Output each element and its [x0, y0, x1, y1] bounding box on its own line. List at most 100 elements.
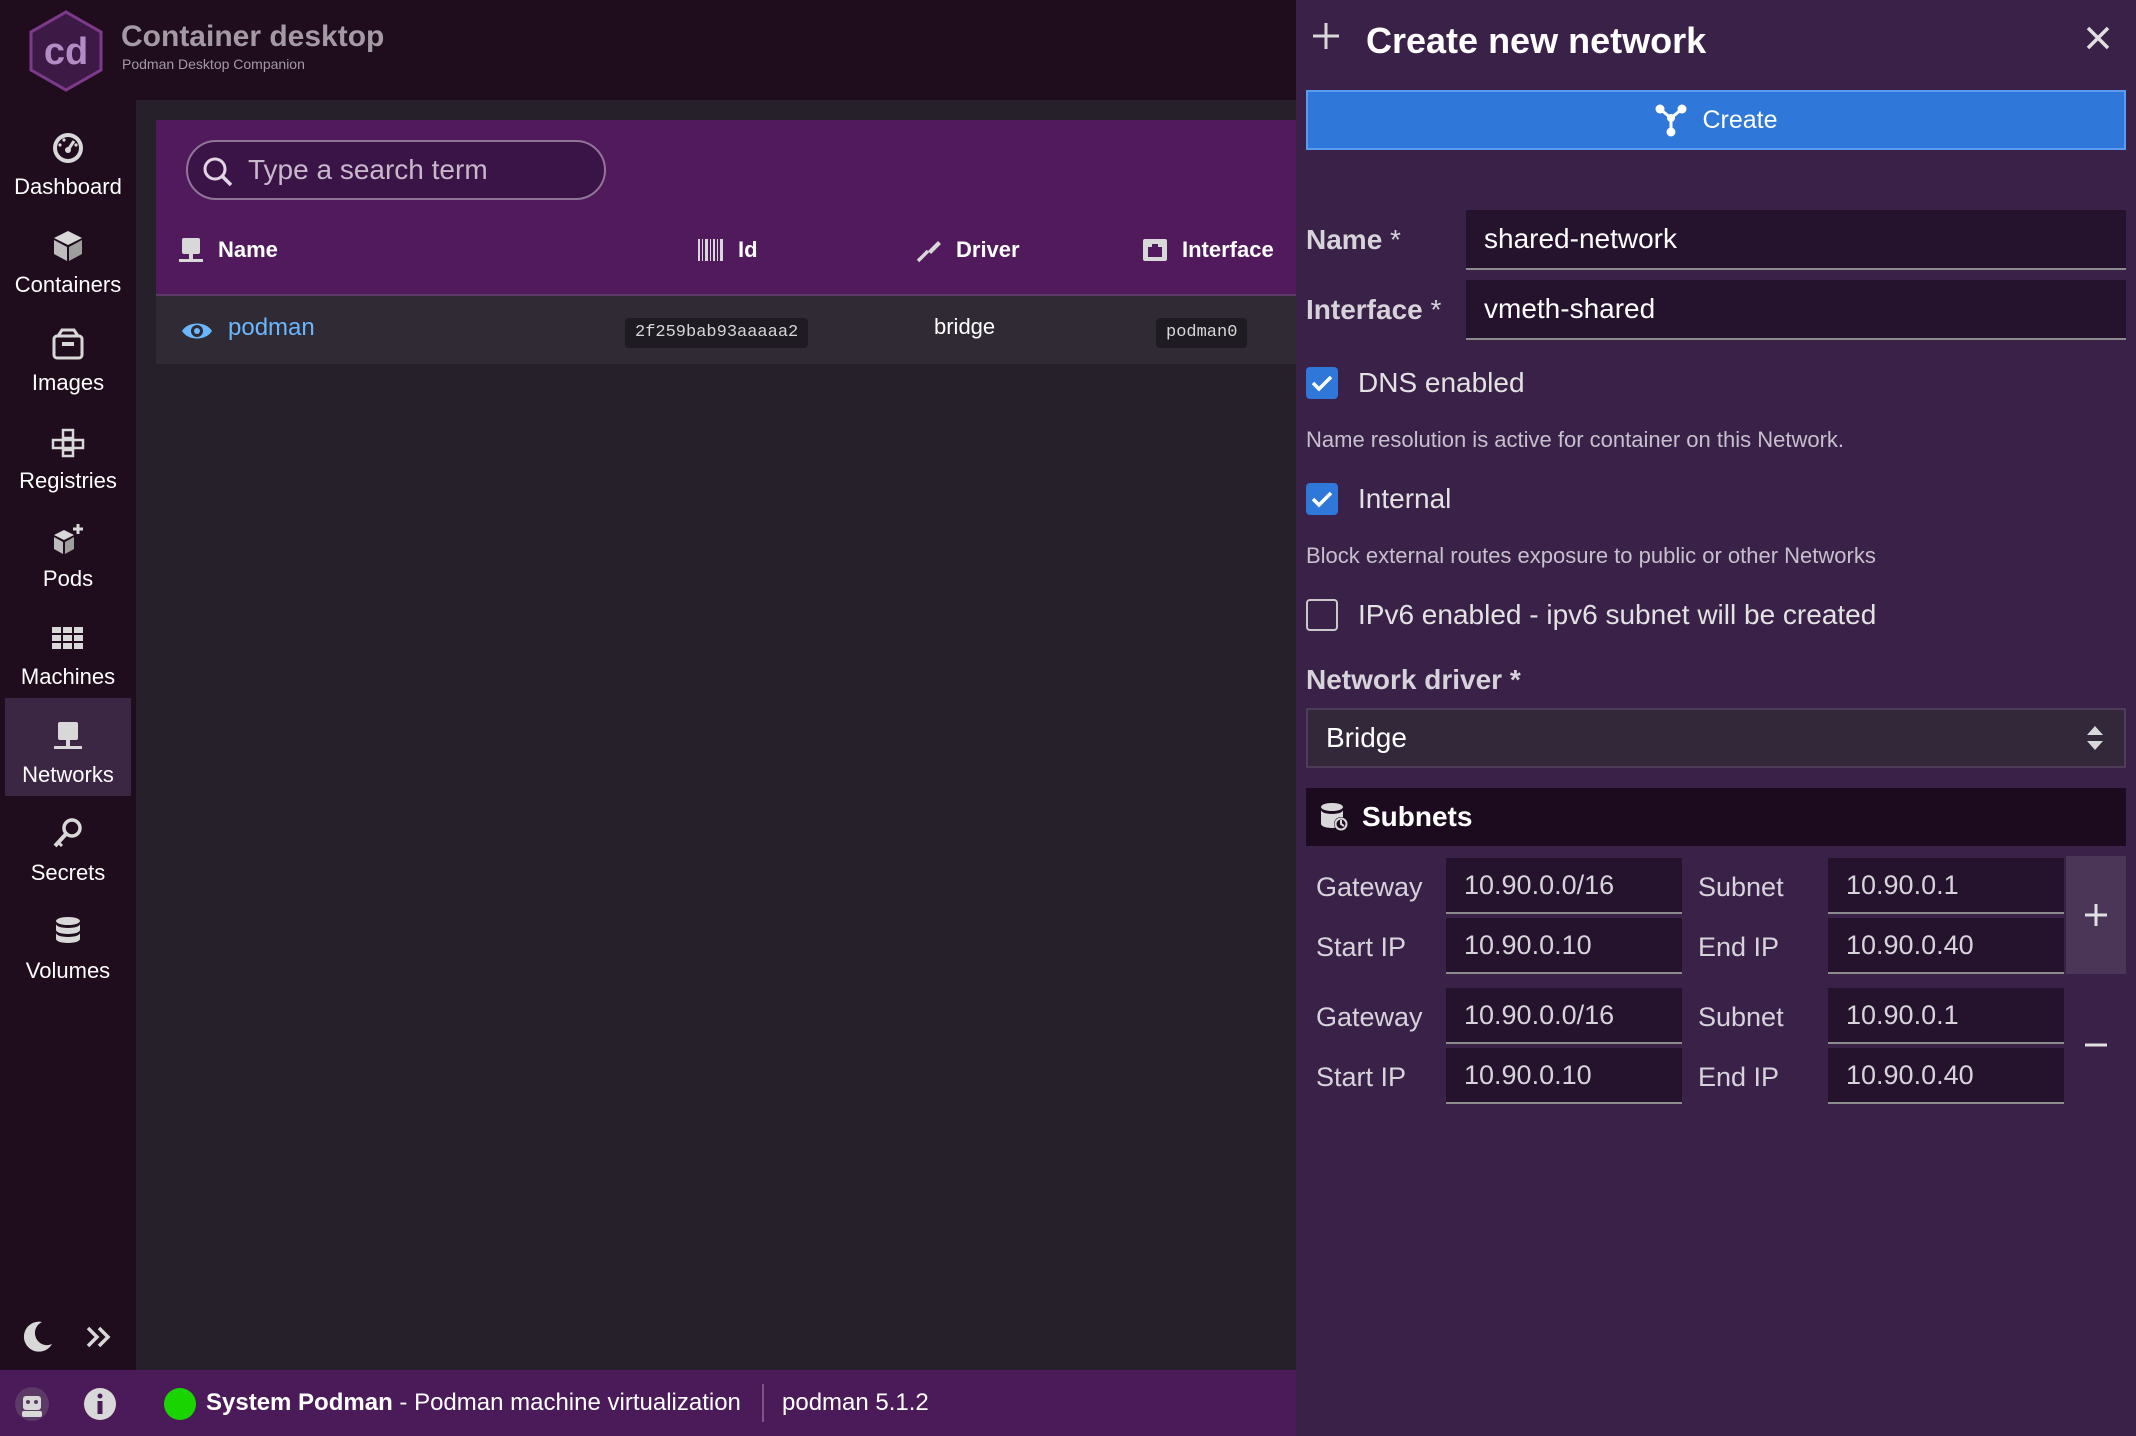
- dns-enabled-label: DNS enabled: [1358, 367, 1525, 398]
- moon-icon[interactable]: [18, 1318, 56, 1356]
- gateway-label: Gateway: [1316, 1002, 1423, 1032]
- plus-icon: [2085, 904, 2107, 926]
- sidebar-item-networks[interactable]: Networks: [5, 698, 131, 796]
- select-arrows-icon: [2087, 726, 2103, 750]
- dns-help-text: Name resolution is active for container …: [1306, 427, 1845, 452]
- plus-icon: [1313, 23, 1339, 49]
- sidebar-item-pods[interactable]: Pods: [5, 502, 131, 600]
- network-driver-select[interactable]: Bridge: [1306, 708, 2126, 768]
- search-icon: [203, 157, 233, 187]
- checkmark-icon: [1311, 375, 1333, 392]
- close-icon[interactable]: [2082, 22, 2114, 54]
- database-icon: [56, 917, 80, 943]
- status-bar: System Podman - Podman machine virtualiz…: [0, 1370, 1296, 1436]
- network-name-link[interactable]: podman: [228, 314, 315, 342]
- column-header-label: Interface: [1182, 237, 1274, 262]
- create-button-label: Create: [1702, 105, 1778, 134]
- sidebar-item-volumes[interactable]: Volumes: [5, 894, 131, 992]
- eye-icon[interactable]: [180, 316, 214, 346]
- create-button[interactable]: Create: [1306, 90, 2126, 150]
- create-network-panel: Create new network Create Name * Interfa…: [1296, 0, 2136, 1436]
- gateway-input[interactable]: [1446, 858, 1682, 914]
- start-ip-input[interactable]: [1446, 918, 1682, 974]
- subnet-label: Subnet: [1698, 872, 1784, 902]
- end-ip-input[interactable]: [1828, 918, 2064, 974]
- sidebar-item-label: Containers: [14, 272, 122, 297]
- dashboard-icon: [53, 133, 83, 163]
- sidebar-item-dashboard[interactable]: Dashboard: [5, 110, 131, 208]
- internal-help-text: Block external routes exposure to public…: [1306, 543, 1876, 568]
- network-driver-label: Network driver *: [1306, 664, 1521, 695]
- sidebar-item-secrets[interactable]: Secrets: [5, 796, 131, 894]
- start-ip-label: Start IP: [1316, 1062, 1407, 1092]
- sidebar-item-label: Volumes: [25, 958, 111, 983]
- main-content: Name Id Driver Interface: [136, 100, 1296, 1370]
- sidebar-item-label: Networks: [22, 762, 114, 787]
- subnets-section-header: Subnets: [1306, 788, 2126, 846]
- subnet-input[interactable]: [1828, 858, 2064, 914]
- column-header-driver[interactable]: Driver: [914, 232, 1020, 268]
- column-header-name[interactable]: Name: [176, 232, 278, 268]
- network-driver: bridge: [934, 314, 996, 339]
- sidebar-item-label: Machines: [20, 664, 116, 689]
- dns-enabled-checkbox[interactable]: [1306, 367, 1338, 399]
- end-ip-label: End IP: [1698, 932, 1780, 962]
- internal-checkbox[interactable]: [1306, 483, 1338, 515]
- add-subnet-button[interactable]: [2066, 856, 2126, 974]
- network-icon: [179, 238, 203, 262]
- pods-icon: [54, 524, 83, 554]
- sidebar-item-label: Images: [31, 370, 105, 395]
- chevron-double-right-icon[interactable]: [82, 1320, 116, 1354]
- name-input[interactable]: [1466, 210, 2126, 270]
- app-header: cd Container desktop Podman Desktop Comp…: [0, 0, 1296, 100]
- engine-version: podman 5.1.2: [782, 1389, 929, 1416]
- sidebar-item-label: Secrets: [30, 860, 106, 885]
- minus-icon: [2085, 1043, 2107, 1047]
- remove-subnet-button[interactable]: [2066, 986, 2126, 1104]
- start-ip-input[interactable]: [1446, 1048, 1682, 1104]
- engine-status-text: System Podman - Podman machine virtualiz…: [206, 1389, 741, 1416]
- app-logo-icon: cd: [29, 10, 103, 92]
- column-header-id[interactable]: Id: [696, 232, 758, 268]
- registry-icon: [51, 428, 85, 458]
- svg-text:cd: cd: [44, 31, 88, 73]
- sidebar-item-registries[interactable]: Registries: [5, 404, 131, 502]
- sidebar-item-images[interactable]: Images: [5, 306, 131, 404]
- search-input[interactable]: [246, 150, 586, 190]
- network-driver-value: Bridge: [1326, 722, 1407, 753]
- column-header-label: Driver: [956, 237, 1020, 262]
- ethernet-port-icon: [1143, 239, 1167, 261]
- search-box[interactable]: [186, 140, 606, 200]
- end-ip-label: End IP: [1698, 1062, 1780, 1092]
- subnets-icon: [1321, 803, 1348, 831]
- network-nodes-icon: [1655, 104, 1687, 137]
- ipv6-checkbox[interactable]: [1306, 599, 1338, 631]
- barcode-icon: [698, 239, 723, 261]
- interface-input[interactable]: [1466, 280, 2126, 340]
- sidebar-item-label: Registries: [19, 468, 117, 493]
- status-indicator: [164, 1388, 196, 1420]
- network-interface: podman0: [1156, 318, 1248, 348]
- info-icon[interactable]: [82, 1386, 118, 1422]
- column-header-interface[interactable]: Interface: [1140, 232, 1274, 268]
- sidebar-item-label: Dashboard: [14, 174, 122, 199]
- start-ip-label: Start IP: [1316, 932, 1407, 962]
- key-icon: [53, 818, 82, 848]
- column-header-label: Id: [738, 237, 758, 262]
- end-ip-input[interactable]: [1828, 1048, 2064, 1104]
- table-row[interactable]: podman 2f259bab93aaaaa2 bridge podman0: [156, 294, 1296, 364]
- ipv6-label: IPv6 enabled - ipv6 subnet will be creat…: [1358, 599, 1877, 630]
- panel-title: Create new network: [1366, 20, 1707, 61]
- sidebar-item-machines[interactable]: Machines: [5, 600, 131, 698]
- screwdriver-icon: [916, 241, 941, 263]
- robot-icon[interactable]: [14, 1386, 50, 1422]
- column-header-label: Name: [218, 237, 278, 262]
- app-subtitle: Podman Desktop Companion: [122, 56, 305, 72]
- app-title: Container desktop: [121, 20, 385, 53]
- gateway-input[interactable]: [1446, 988, 1682, 1044]
- machines-grid-icon: [52, 627, 83, 649]
- subnet-input[interactable]: [1828, 988, 2064, 1044]
- sidebar-item-containers[interactable]: Containers: [5, 208, 131, 306]
- networks-table-header: Name Id Driver Interface: [156, 120, 1296, 294]
- network-id: 2f259bab93aaaaa2: [625, 318, 809, 348]
